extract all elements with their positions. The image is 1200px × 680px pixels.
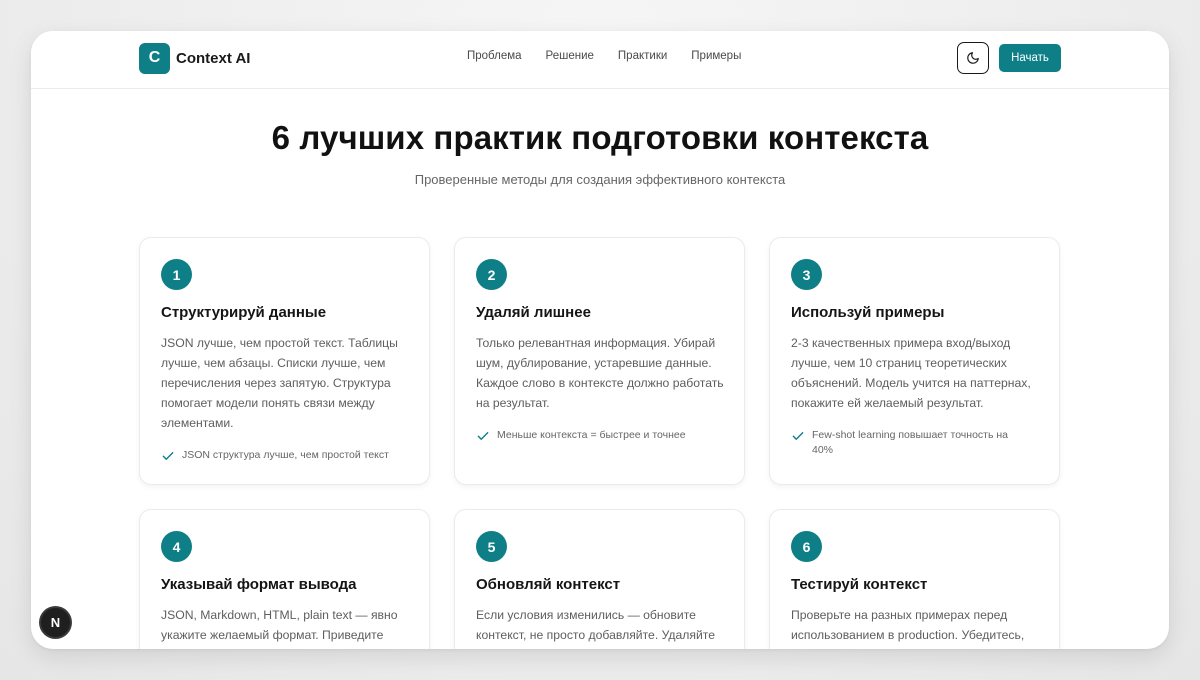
check-icon (792, 432, 804, 440)
nav-link-practices[interactable]: Практики (618, 50, 667, 62)
practice-card-6: 6 Тестируй контекст Проверьте на разных … (769, 509, 1060, 649)
card-tip: JSON структура лучше, чем простой текст (161, 448, 413, 463)
card-description: Только релевантная информация. Убирай шу… (476, 336, 724, 410)
check-icon (477, 432, 489, 440)
nav-link-solution[interactable]: Решение (546, 50, 594, 62)
card-number-badge: 5 (476, 531, 507, 562)
start-button[interactable]: Начать (999, 44, 1061, 72)
theme-toggle-button[interactable] (957, 42, 989, 74)
browser-page: C Context AI Проблема Решение Практики П… (31, 31, 1169, 649)
card-description: 2-3 качественных примера вход/выход лучш… (791, 336, 1031, 410)
brand-name: Context AI (176, 49, 251, 67)
brand-logo: C (139, 42, 170, 74)
brand-link[interactable]: C Context AI (139, 42, 250, 74)
card-title: Используй примеры (791, 304, 945, 321)
card-title: Обновляй контекст (476, 576, 621, 593)
practice-card-5: 5 Обновляй контекст Если условия изменил… (454, 509, 745, 649)
card-title: Указывай формат вывода (161, 576, 357, 593)
card-title: Структурируй данные (161, 304, 327, 321)
main-nav: Проблема Решение Практики Примеры (467, 50, 765, 62)
moon-icon (967, 52, 979, 64)
card-description: Если условия изменились — обновите конте… (476, 608, 716, 642)
site-header: C Context AI Проблема Решение Практики П… (31, 31, 1169, 89)
dev-tools-button[interactable]: N (41, 608, 70, 637)
card-description: JSON лучше, чем простой текст. Таблицы л… (161, 336, 398, 430)
card-description: JSON, Markdown, HTML, plain text — явно … (161, 608, 398, 642)
card-tip: Few-shot learning повышает точность на 4… (791, 428, 1019, 458)
check-icon (162, 452, 174, 460)
card-number-badge: 6 (791, 531, 822, 562)
page-subtitle: Проверенные методы для создания эффектив… (414, 172, 786, 187)
card-number-badge: 4 (161, 531, 192, 562)
practice-card-4: 4 Указывай формат вывода JSON, Markdown,… (139, 509, 430, 649)
nav-link-examples[interactable]: Примеры (691, 50, 741, 62)
card-tip-text: Few-shot learning повышает точность на 4… (812, 429, 1008, 456)
screen-background: C Context AI Проблема Решение Практики П… (0, 0, 1200, 680)
card-title: Удаляй лишнее (476, 304, 591, 321)
card-tip: Меньше контекста = быстрее и точнее (476, 428, 728, 443)
card-number-badge: 1 (161, 259, 192, 290)
nav-link-problem[interactable]: Проблема (467, 50, 522, 62)
practice-card-1: 1 Структурируй данные JSON лучше, чем пр… (139, 237, 430, 485)
page-title: 6 лучших практик подготовки контекста (271, 119, 929, 156)
card-tip-text: JSON структура лучше, чем простой текст (182, 449, 389, 461)
card-title: Тестируй контекст (791, 576, 928, 593)
card-number-badge: 2 (476, 259, 507, 290)
card-number-badge: 3 (791, 259, 822, 290)
card-description: Проверьте на разных примерах перед испол… (791, 608, 1025, 642)
practice-card-3: 3 Используй примеры 2-3 качественных при… (769, 237, 1060, 485)
practice-card-2: 2 Удаляй лишнее Только релевантная инфор… (454, 237, 745, 485)
card-tip-text: Меньше контекста = быстрее и точнее (497, 429, 686, 441)
